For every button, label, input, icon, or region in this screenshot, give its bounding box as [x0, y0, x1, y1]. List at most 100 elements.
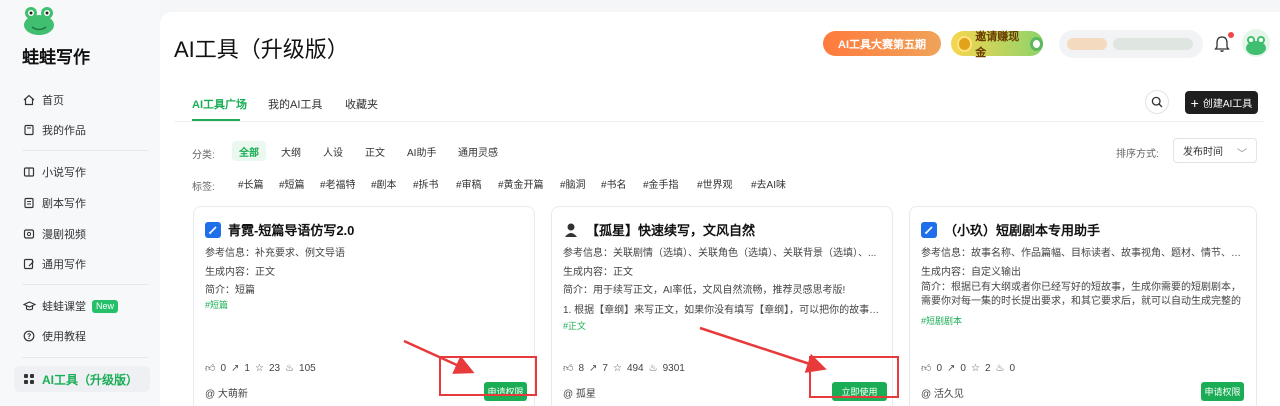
tag-chip[interactable]: #世界观: [697, 176, 733, 191]
share-icon[interactable]: ↗: [947, 363, 955, 374]
card-reference-info: 参考信息：关联剧情（选填）、关联角色（选填）、关联背景（选填）、...: [563, 248, 877, 259]
sidebar-item-label: AI工具（升级版）: [42, 372, 139, 387]
tag-chip[interactable]: #长篇: [238, 176, 264, 191]
tag-chip[interactable]: #审稿: [456, 176, 482, 191]
tag-chip[interactable]: #黄金开篇: [498, 176, 544, 191]
category-outline[interactable]: 大纲: [274, 141, 308, 161]
search-button[interactable]: [1145, 90, 1169, 114]
star-icon[interactable]: ☆: [971, 363, 980, 374]
create-label: 创建AI工具: [1202, 99, 1253, 110]
category-label: 分类:: [192, 150, 215, 161]
card-author[interactable]: @ 活久见: [921, 385, 964, 400]
tag-chip[interactable]: #短篇: [279, 176, 305, 191]
card-tag[interactable]: #正文: [563, 319, 586, 332]
card-title: （小玖）短剧剧本专用助手: [921, 220, 1100, 239]
card-tag[interactable]: #短剧剧本: [921, 314, 962, 327]
sidebar-divider: [22, 357, 148, 358]
user-info-blurred[interactable]: [1059, 30, 1203, 58]
card-tag[interactable]: #短篇: [205, 298, 228, 311]
star-icon[interactable]: ☆: [255, 363, 264, 374]
share-icon[interactable]: ↗: [231, 363, 239, 374]
novel-icon: [22, 165, 36, 179]
sidebar-item-novel[interactable]: 小说写作: [14, 159, 150, 185]
card-stats: 👍︎ 8 ↗ 7 ☆ 494 ♨ 9301: [563, 362, 685, 375]
sort-select[interactable]: 发布时间 ﹀: [1173, 138, 1257, 163]
category-general-inspiration[interactable]: 通用灵感: [451, 141, 505, 161]
script-icon: [22, 196, 36, 210]
like-count: 0: [936, 362, 943, 374]
card-title: 青霓-短篇导语仿写2.0: [205, 220, 354, 239]
like-icon[interactable]: 👍︎: [921, 362, 931, 374]
like-count: 8: [578, 362, 585, 374]
star-count: 23: [268, 362, 281, 374]
page-title: AI工具（升级版）: [174, 37, 349, 62]
share-icon[interactable]: ↗: [589, 363, 597, 374]
tag-chip[interactable]: #老福特: [320, 176, 356, 191]
sidebar-item-tutorial[interactable]: 使用教程: [14, 323, 150, 349]
tab-ai-tool-square[interactable]: AI工具广场: [192, 96, 247, 112]
sidebar-item-my-works[interactable]: 我的作品: [14, 117, 150, 143]
category-character[interactable]: 人设: [316, 141, 350, 161]
use-count: 105: [299, 362, 316, 374]
brand-name: 蛙蛙写作: [22, 48, 90, 67]
sidebar-item-home[interactable]: 首页: [14, 87, 150, 113]
ai-tools-icon: [22, 372, 36, 386]
card-generated-content: 生成内容：正文: [205, 267, 275, 278]
use-count: 9301: [662, 362, 685, 374]
star-icon[interactable]: ☆: [613, 363, 622, 374]
sidebar-item-general-writing[interactable]: 通用写作: [14, 251, 150, 277]
tab-my-ai-tools[interactable]: 我的AI工具: [268, 96, 322, 112]
tag-chip[interactable]: #金手指: [643, 176, 679, 191]
category-all[interactable]: 全部: [232, 141, 266, 161]
sidebar-item-classroom[interactable]: 蛙蛙课堂 New: [14, 293, 150, 319]
sidebar-item-label: 我的作品: [42, 125, 86, 137]
tool-card[interactable]: （小玖）短剧剧本专用助手 参考信息：故事名称、作品篇幅、目标读者、故事视角、题材…: [909, 206, 1257, 406]
video-icon: [22, 227, 36, 241]
avatar[interactable]: [1242, 29, 1270, 57]
apply-permission-button[interactable]: 申请权限: [1201, 382, 1244, 401]
card-reference-info: 参考信息：故事名称、作品篇幅、目标读者、故事视角、题材、情节、情...: [921, 248, 1246, 259]
author-avatar-icon: [563, 221, 579, 238]
card-author[interactable]: @ 大萌新: [205, 385, 248, 400]
promo-banner[interactable]: AI工具大赛第五期: [823, 31, 941, 56]
book-icon: [22, 123, 36, 137]
like-count: 0: [220, 362, 227, 374]
tab-favorites[interactable]: 收藏夹: [345, 96, 378, 112]
pen-icon: [921, 221, 937, 238]
tag-chip[interactable]: #去AI味: [751, 176, 786, 191]
card-generated-content: 生成内容：正文: [563, 267, 633, 278]
invite-banner[interactable]: 邀请赚现金: [951, 31, 1043, 59]
fire-icon: ♨: [648, 362, 658, 374]
tag-chip[interactable]: #书名: [601, 176, 627, 191]
home-icon: [22, 93, 36, 107]
card-author[interactable]: @ 孤星: [563, 385, 596, 400]
card-stats: 👍︎ 0 ↗ 0 ☆ 2 ♨ 0: [921, 362, 1015, 375]
sidebar-item-label: 通用写作: [42, 259, 86, 271]
card-stats: 👍︎ 0 ↗ 1 ☆ 23 ♨ 105: [205, 362, 316, 375]
category-text[interactable]: 正文: [358, 141, 392, 161]
badge-icon: [1029, 36, 1043, 51]
tag-chip[interactable]: #脑洞: [560, 176, 586, 191]
category-ai-assistant[interactable]: AI助手: [400, 141, 443, 161]
sidebar-item-comic-video[interactable]: 漫剧视频: [14, 221, 150, 247]
sidebar-item-ai-tools[interactable]: AI工具（升级版）: [14, 366, 150, 392]
notification-dot: [1228, 32, 1234, 38]
tag-chip[interactable]: #剧本: [371, 176, 397, 191]
sidebar-item-label: 小说写作: [42, 167, 86, 179]
frog-logo-icon[interactable]: [22, 6, 56, 36]
annotation-highlight-box: [439, 356, 537, 396]
like-icon[interactable]: 👍︎: [563, 362, 573, 374]
share-count: 0: [960, 362, 966, 374]
share-count: 7: [602, 362, 608, 374]
fire-icon: ♨: [995, 362, 1005, 374]
sidebar-item-script[interactable]: 剧本写作: [14, 190, 150, 216]
help-icon: [22, 329, 36, 343]
create-ai-tool-button[interactable]: + 创建AI工具: [1185, 91, 1258, 114]
like-icon[interactable]: 👍︎: [205, 362, 215, 374]
sort-label: 排序方式:: [1116, 149, 1159, 160]
card-title-text: 【孤星】快速续写，文风自然: [586, 223, 756, 238]
star-count: 494: [626, 362, 644, 374]
card-title-text: （小玖）短剧剧本专用助手: [944, 223, 1101, 238]
tag-chip[interactable]: #拆书: [413, 176, 439, 191]
star-count: 2: [984, 362, 991, 374]
